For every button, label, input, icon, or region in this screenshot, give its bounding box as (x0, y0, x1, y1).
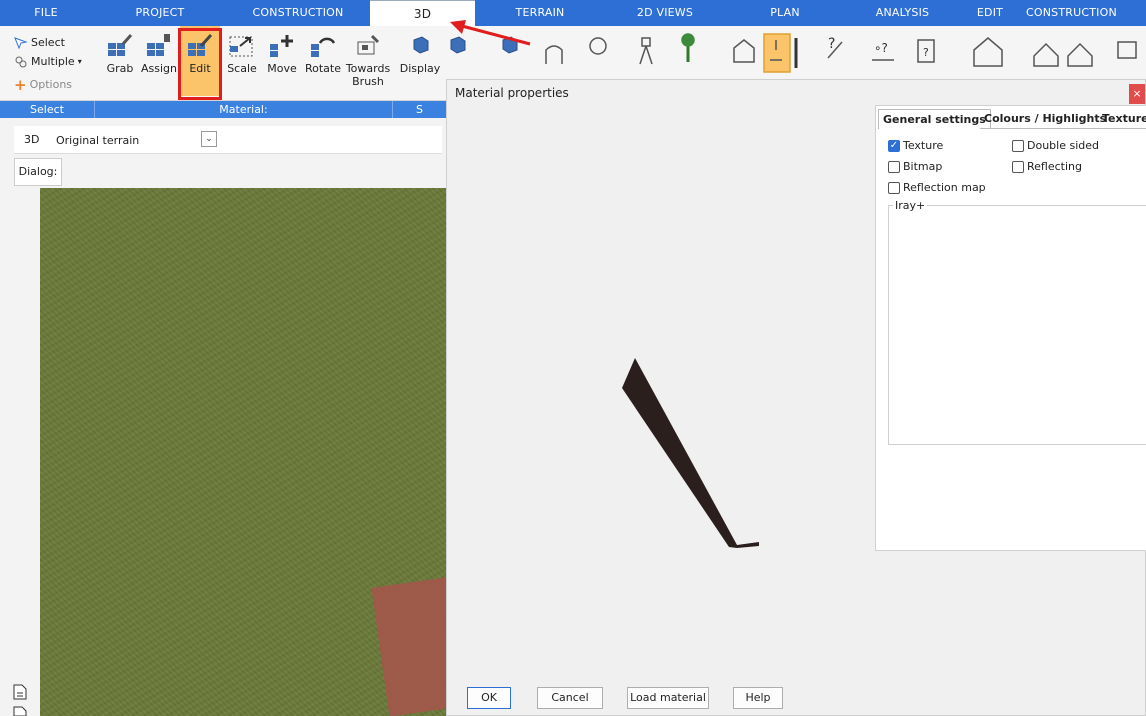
options-button[interactable]: + Options (14, 75, 73, 94)
settings-panel: General settings Colours / Highlights Te… (875, 105, 1146, 551)
ok-button[interactable]: OK (467, 687, 511, 709)
plus-icon: + (14, 75, 27, 94)
display-label: Display (399, 62, 441, 75)
next-group-label: S (393, 101, 446, 118)
tab-construction[interactable]: CONSTRUCTION (228, 0, 368, 26)
tab-project[interactable]: PROJECT (92, 0, 228, 26)
iray-fieldset: Iray+ (888, 199, 1146, 445)
scale-button[interactable]: Scale (224, 26, 260, 75)
move-button[interactable]: Move (264, 26, 300, 75)
document-icon[interactable] (13, 684, 27, 700)
double-sided-checkbox[interactable]: Double sided (1012, 139, 1099, 152)
rotate-material-icon (311, 37, 336, 57)
scale-material-icon (229, 36, 253, 57)
view-selector-row: 3D Original terrain ⌄ (14, 126, 442, 154)
checkbox-icon (1012, 139, 1024, 152)
select-button[interactable]: Select (14, 36, 65, 49)
texture-label: Texture (903, 139, 944, 152)
bitmap-label: Bitmap (903, 160, 943, 173)
reflecting-label: Reflecting (1027, 160, 1082, 173)
close-button[interactable]: × (1129, 84, 1145, 104)
tab-2d-views[interactable]: 2D VIEWS (605, 0, 725, 26)
ribbon-tab-bar: FILE PROJECT CONSTRUCTION 3D TERRAIN 2D … (0, 0, 1146, 45)
reflection-map-checkbox[interactable]: Reflection map (888, 181, 986, 194)
towards-brush-icon (357, 34, 380, 55)
dialog-title: Material properties (455, 86, 569, 100)
tab-analysis[interactable]: ANALYSIS (845, 0, 960, 26)
tab-general-settings[interactable]: General settings (878, 109, 991, 129)
material-group-label: Material: (95, 101, 392, 118)
document-icon-2[interactable] (13, 706, 27, 716)
iray-legend: Iray+ (893, 199, 928, 212)
reflecting-checkbox[interactable]: Reflecting (1012, 160, 1082, 173)
multiple-button[interactable]: Multiple ▾ (14, 55, 82, 68)
grab-material-icon (108, 34, 133, 56)
tab-colours-highlights[interactable]: Colours / Highlights (980, 109, 1111, 129)
tab-texture[interactable]: Texture (1098, 109, 1146, 129)
select-group-label: Select (0, 101, 94, 118)
reflection-map-label: Reflection map (903, 181, 986, 194)
ribbon-icons-right: ? ∘? ? (545, 33, 1137, 73)
material-properties-dialog: Material properties × General settings C… (446, 79, 1146, 716)
move-material-icon (270, 35, 293, 57)
help-button[interactable]: Help (733, 687, 783, 709)
edit-button-highlight (178, 28, 222, 100)
multiple-select-icon (15, 56, 27, 67)
svg-text:?: ? (828, 36, 835, 52)
tab-file[interactable]: FILE (0, 0, 92, 26)
material-preview[interactable] (447, 110, 875, 685)
double-sided-label: Double sided (1027, 139, 1099, 152)
tab-edit[interactable]: EDIT (960, 0, 1020, 26)
tab-construction-elevation[interactable]: CONSTRUCTION ELEVA (1020, 0, 1146, 45)
grab-button[interactable]: Grab (102, 26, 138, 75)
select-arrow-icon (14, 36, 28, 49)
checkbox-icon (888, 160, 900, 173)
tab-plan[interactable]: PLAN (725, 0, 845, 26)
display-button[interactable]: Display (398, 26, 442, 75)
assign-material-icon (147, 34, 170, 56)
chevron-down-icon[interactable]: ⌄ (201, 131, 217, 147)
view-mode-label: 3D (24, 133, 40, 146)
grab-label: Grab (106, 62, 134, 75)
terrain-select[interactable]: Original terrain (56, 131, 221, 150)
checkbox-checked-icon: ✓ (888, 139, 900, 152)
options-label: Options (29, 78, 73, 91)
texture-checkbox[interactable]: ✓ Texture (888, 139, 943, 152)
rotate-label: Rotate (304, 62, 341, 75)
checkbox-icon (1012, 160, 1024, 173)
svg-text:∘?: ∘? (874, 41, 888, 55)
left-sidebar-strip (0, 188, 40, 716)
assign-label: Assign (141, 62, 177, 75)
3d-viewport[interactable] (40, 188, 446, 716)
move-label: Move (267, 62, 297, 75)
chevron-down-icon: ▾ (77, 57, 82, 66)
towards-brush-button[interactable]: Towards Brush (344, 26, 392, 88)
checkbox-icon (888, 181, 900, 194)
select-label: Select (31, 36, 65, 49)
bitmap-checkbox[interactable]: Bitmap (888, 160, 942, 173)
dialog-label: Dialog: (14, 158, 62, 186)
towards-brush-label: Towards Brush (345, 62, 391, 88)
assign-button[interactable]: Assign (140, 26, 178, 75)
scale-label: Scale (227, 62, 257, 75)
rotate-button[interactable]: Rotate (302, 26, 344, 75)
multiple-label: Multiple (31, 55, 75, 68)
annotation-arrow (450, 20, 531, 46)
preview-shape (622, 358, 759, 548)
load-material-button[interactable]: Load material (627, 687, 709, 709)
cancel-button[interactable]: Cancel (537, 687, 603, 709)
display-cube-icon (413, 36, 429, 54)
svg-text:?: ? (923, 46, 929, 59)
